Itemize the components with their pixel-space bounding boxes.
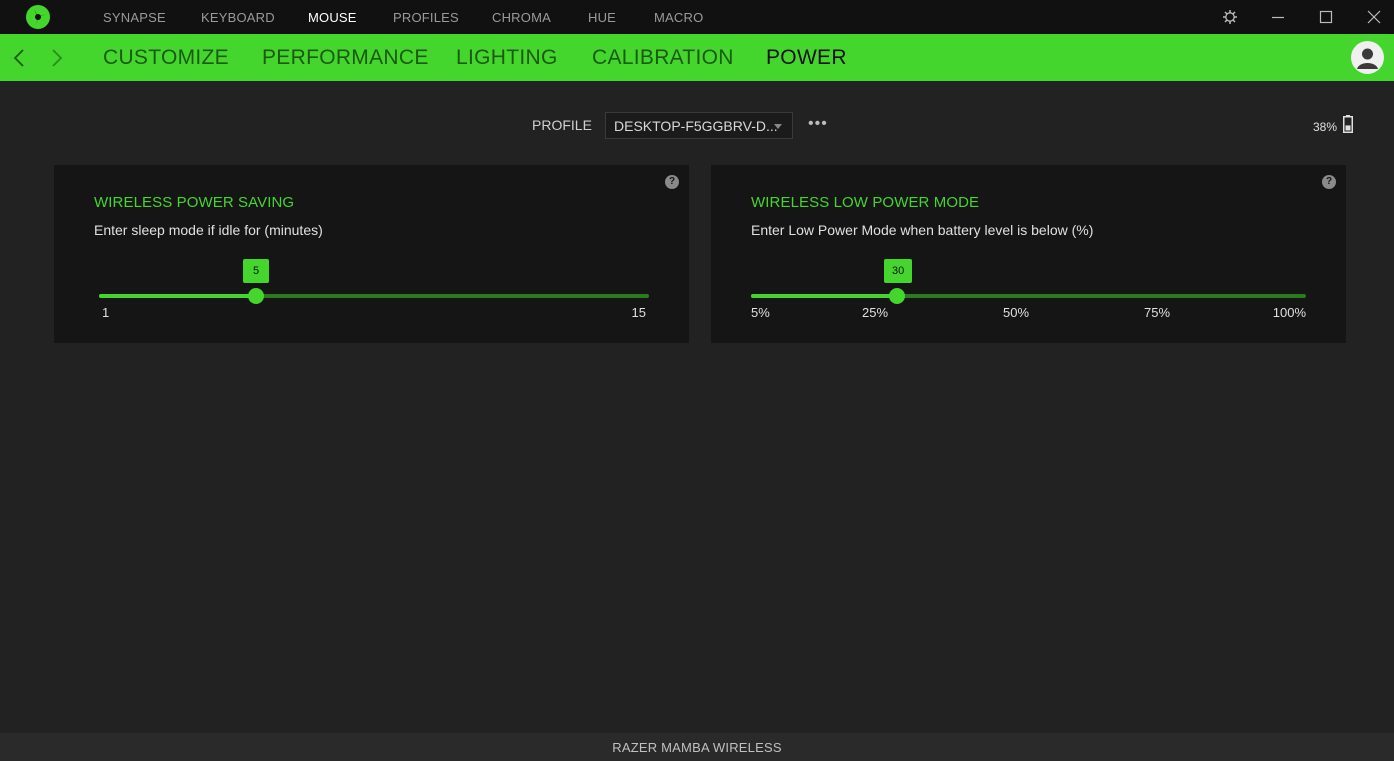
tab-calibration[interactable]: CALIBRATION <box>592 34 734 81</box>
sleep-slider-fill <box>99 294 256 298</box>
wireless-low-power-mode-panel: WIRELESS LOW POWER MODE Enter Low Power … <box>711 165 1346 343</box>
gear-icon[interactable] <box>1220 7 1240 27</box>
nav-macro[interactable]: MACRO <box>654 0 703 34</box>
battery-icon <box>1343 115 1353 133</box>
nav-synapse[interactable]: SYNAPSE <box>103 0 166 34</box>
maximize-icon[interactable] <box>1316 7 1336 27</box>
tick-label: 50% <box>1003 305 1030 320</box>
nav-chroma[interactable]: CHROMA <box>492 0 551 34</box>
tab-customize[interactable]: CUSTOMIZE <box>103 34 229 81</box>
tick-label: 25% <box>862 305 889 320</box>
title-bar: SYNAPSE KEYBOARD MOUSE PROFILES CHROMA H… <box>0 0 1394 34</box>
tick-label: 75% <box>1144 305 1171 320</box>
low-power-value-bubble: 30 <box>884 259 913 283</box>
tick-label: 5% <box>751 305 770 320</box>
panel-description: Enter Low Power Mode when battery level … <box>751 222 1094 238</box>
panel-title: WIRELESS LOW POWER MODE <box>751 194 980 211</box>
sleep-value-bubble: 5 <box>243 259 269 283</box>
tab-power[interactable]: POWER <box>766 34 847 81</box>
more-options-button[interactable]: ••• <box>808 116 828 133</box>
profile-label: PROFILE <box>532 117 592 133</box>
sleep-slider-track[interactable]: 5 1 15 <box>99 259 649 320</box>
profile-dropdown[interactable]: DESKTOP-F5GGBRV-D... <box>605 112 793 139</box>
tab-lighting[interactable]: LIGHTING <box>456 34 558 81</box>
tick-label: 100% <box>1272 305 1306 320</box>
wireless-power-saving-panel: WIRELESS POWER SAVING Enter sleep mode i… <box>54 165 689 343</box>
close-icon[interactable] <box>1364 7 1384 27</box>
help-icon[interactable]: ? <box>665 175 679 189</box>
profile-selected-value: DESKTOP-F5GGBRV-D... <box>614 118 778 134</box>
nav-mouse[interactable]: MOUSE <box>308 0 357 34</box>
panel-description: Enter sleep mode if idle for (minutes) <box>94 222 323 238</box>
low-power-slider-thumb[interactable] <box>889 288 905 304</box>
sub-navigation: CUSTOMIZE PERFORMANCE LIGHTING CALIBRATI… <box>0 34 1394 81</box>
nav-keyboard[interactable]: KEYBOARD <box>201 0 275 34</box>
sleep-slider-thumb[interactable] <box>248 288 264 304</box>
nav-hue[interactable]: HUE <box>588 0 616 34</box>
tab-performance[interactable]: PERFORMANCE <box>262 34 429 81</box>
low-power-slider-track[interactable]: 30 5% 25% 50% 75% 100% <box>751 259 1306 320</box>
user-avatar-icon[interactable] <box>1351 41 1384 74</box>
low-power-slider-fill <box>751 294 897 298</box>
back-arrow-icon[interactable] <box>11 46 27 70</box>
device-name-footer: RAZER MAMBA WIRELESS <box>0 733 1394 761</box>
nav-profiles[interactable]: PROFILES <box>393 0 459 34</box>
minimize-icon[interactable] <box>1268 7 1288 27</box>
forward-arrow-icon[interactable] <box>49 46 65 70</box>
razer-logo-icon[interactable] <box>26 5 50 29</box>
chevron-down-icon <box>774 124 782 129</box>
slider-max-label: 15 <box>631 305 646 320</box>
battery-percentage: 38% <box>1313 120 1338 134</box>
panel-title: WIRELESS POWER SAVING <box>94 194 295 211</box>
slider-min-label: 1 <box>102 305 110 320</box>
help-icon[interactable]: ? <box>1322 175 1336 189</box>
battery-level-fill <box>1345 125 1351 131</box>
